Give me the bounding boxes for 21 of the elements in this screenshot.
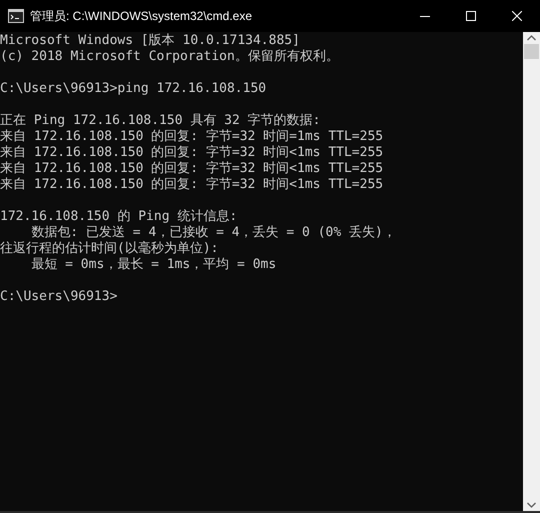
console-line: 正在 Ping 172.16.108.150 具有 32 字节的数据: — [0, 113, 320, 128]
console-line: (c) 2018 Microsoft Corporation。保留所有权利。 — [0, 49, 339, 64]
chevron-up-icon[interactable] — [527, 35, 536, 41]
close-icon — [512, 11, 522, 21]
scrollbar[interactable] — [523, 32, 540, 511]
console-line: 来自 172.16.108.150 的回复: 字节=32 时间=1ms TTL=255 — [0, 129, 384, 144]
scrollbar-thumb[interactable] — [524, 44, 539, 59]
console-line: Microsoft Windows [版本 10.0.17134.885] — [0, 33, 300, 48]
console-line: 来自 172.16.108.150 的回复: 字节=32 时间<1ms TTL=255 — [0, 145, 384, 160]
maximize-icon — [466, 11, 476, 21]
window-title: 管理员: C:\WINDOWS\system32\cmd.exe — [30, 8, 252, 25]
console-line: C:\Users\96913> — [0, 289, 118, 304]
console-line: 最短 = 0ms，最长 = 1ms，平均 = 0ms — [30, 257, 276, 272]
console-line: 172.16.108.150 的 Ping 统计信息: — [0, 209, 238, 224]
terminal-icon — [8, 9, 24, 23]
console-line: 往返行程的估计时间(以毫秒为单位): — [0, 241, 218, 256]
console-line: 数据包: 已发送 = 4，已接收 = 4，丢失 = 0 (0% 丢失)， — [30, 225, 396, 240]
console-line: C:\Users\96913>ping 172.16.108.150 — [0, 81, 266, 96]
console-line: 来自 172.16.108.150 的回复: 字节=32 时间<1ms TTL=255 — [0, 177, 384, 192]
console-line: 来自 172.16.108.150 的回复: 字节=32 时间<1ms TTL=255 — [0, 161, 384, 176]
chevron-down-icon[interactable] — [527, 502, 536, 508]
